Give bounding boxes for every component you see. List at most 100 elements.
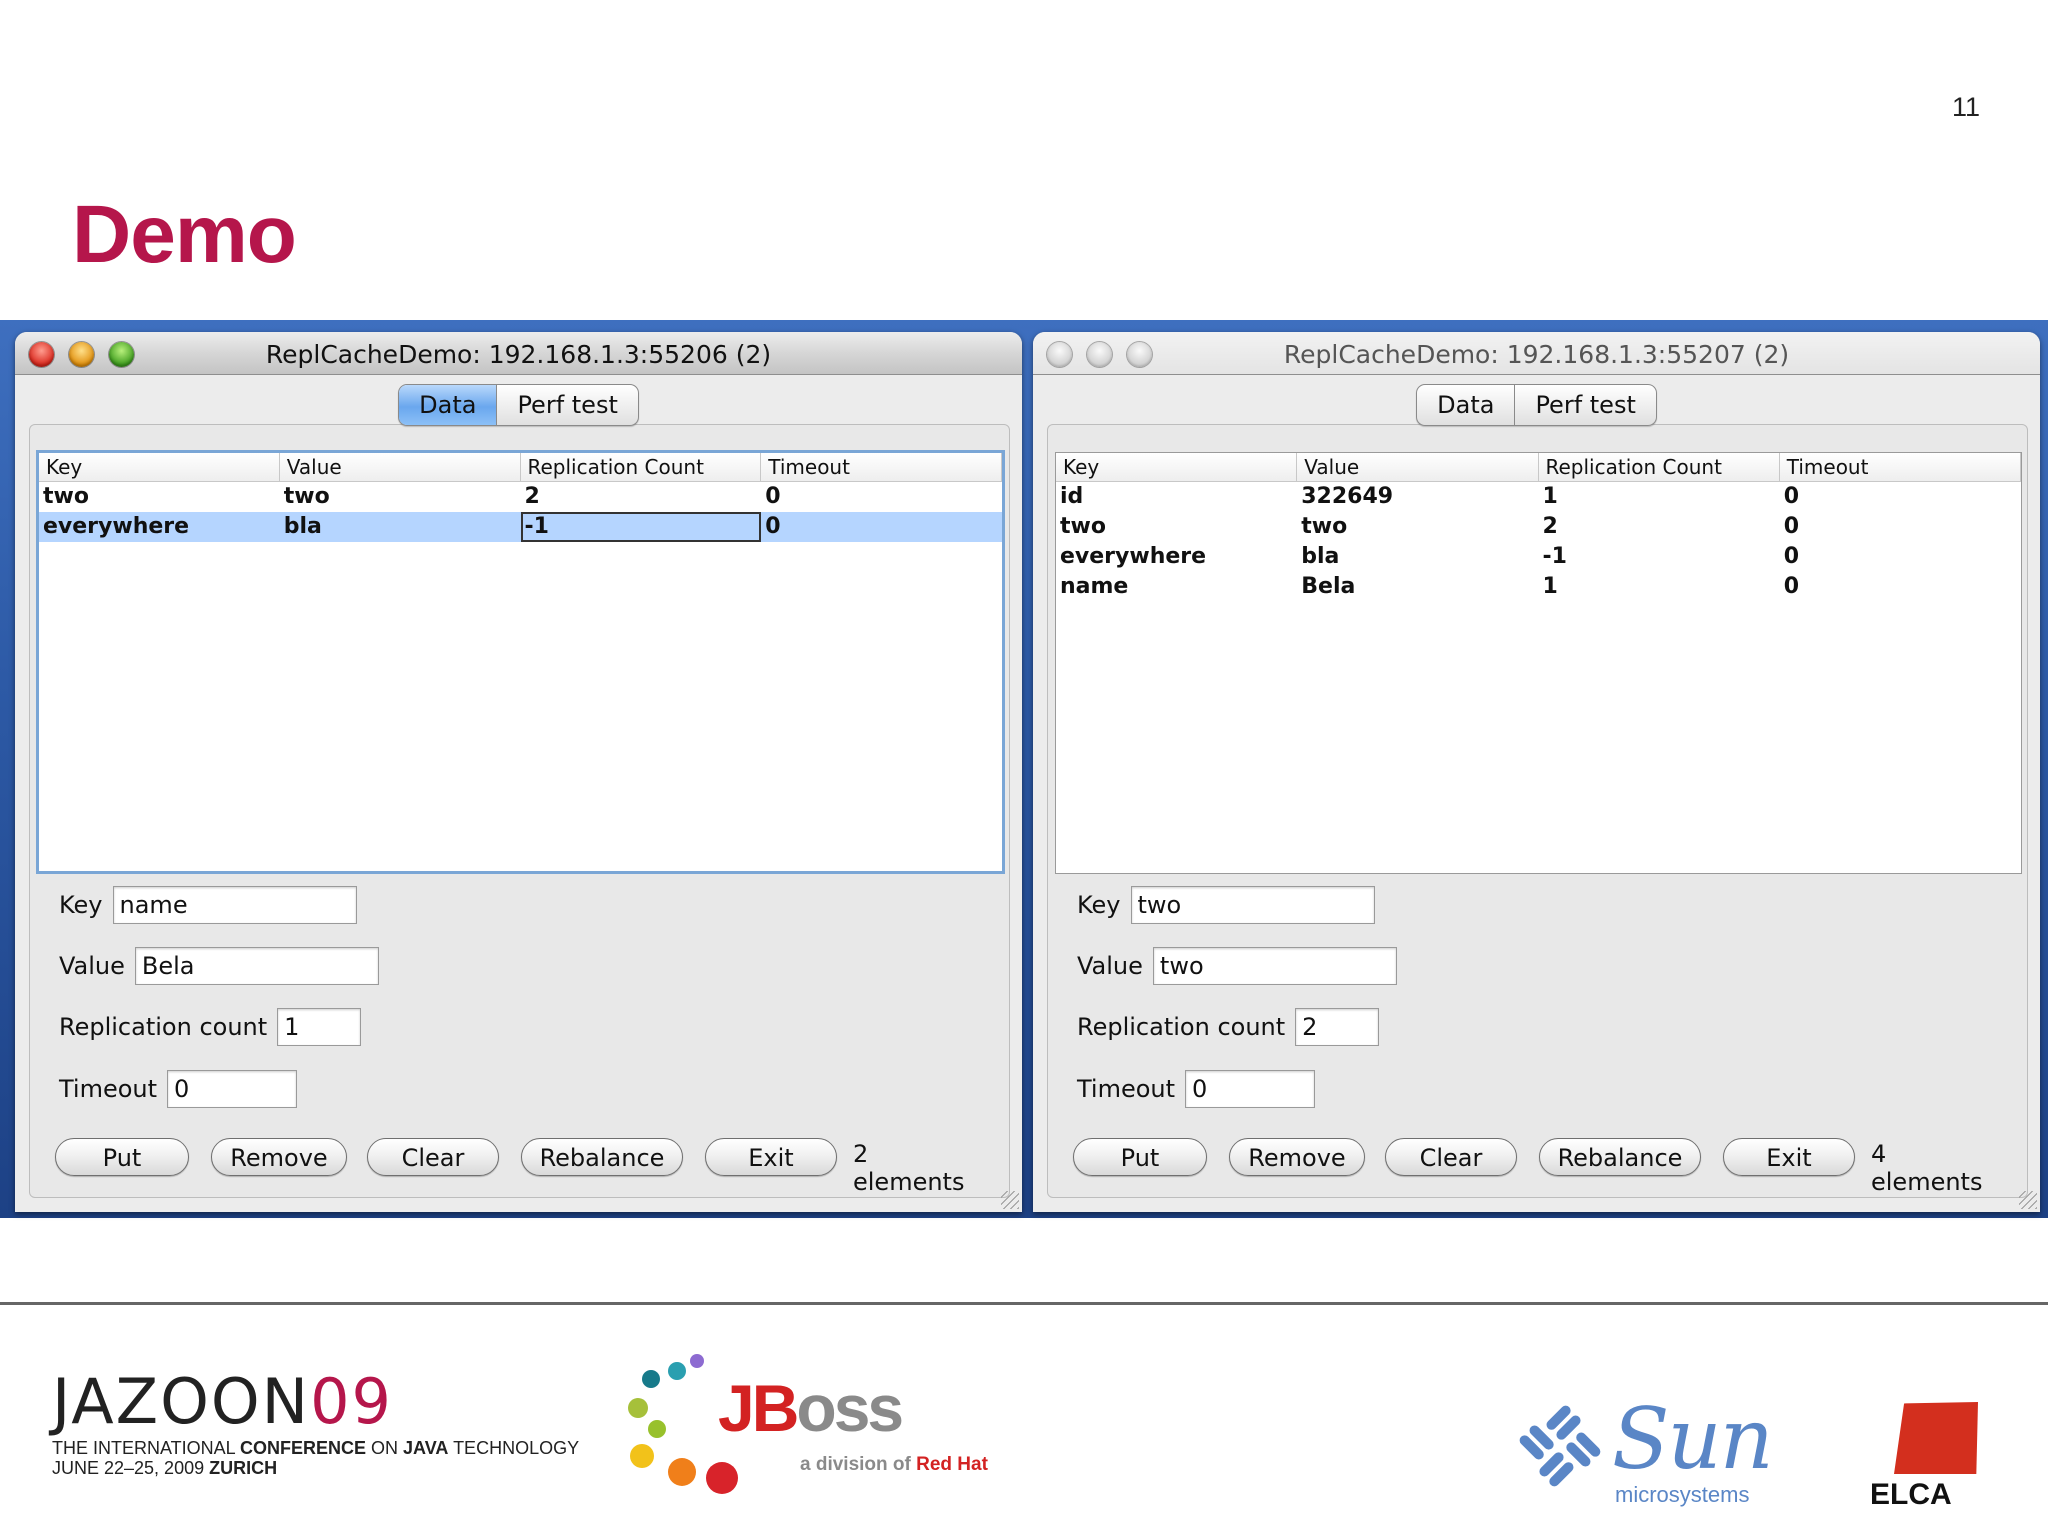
cell-key[interactable]: two	[39, 482, 280, 512]
cell-value[interactable]: 322649	[1297, 482, 1538, 512]
jboss-dot-icon	[668, 1362, 686, 1380]
replication-count-input[interactable]: 1	[277, 1008, 362, 1046]
jazoon-city: ZURICH	[209, 1458, 278, 1478]
cell-replication-count[interactable]: 1	[1539, 572, 1780, 602]
timeout-input[interactable]: 0	[1185, 1070, 1316, 1108]
value-input[interactable]: two	[1152, 947, 1397, 985]
column-header-timeout[interactable]: Timeout	[1780, 453, 2021, 481]
resize-grip-icon[interactable]	[2019, 1191, 2037, 1209]
rebalance-button[interactable]: Rebalance	[521, 1138, 683, 1176]
table-row[interactable]: everywhere bla -1 0	[1056, 542, 2021, 572]
table-row[interactable]: two two 2 0	[39, 482, 1002, 512]
tab-data[interactable]: Data	[1417, 385, 1514, 425]
timeout-row: Timeout 0	[59, 1070, 298, 1108]
cell-timeout[interactable]: 0	[1780, 512, 2021, 542]
slide-number: 11	[1951, 92, 1980, 122]
cell-key[interactable]: name	[1056, 572, 1297, 602]
sun-logo: Sun microsystems	[1512, 1390, 1777, 1514]
tab-data[interactable]: Data	[399, 385, 497, 425]
cell-replication-count[interactable]: 2	[521, 482, 762, 512]
footer-divider	[0, 1302, 2048, 1305]
value-row: Value two	[1077, 947, 1397, 985]
table-row[interactable]: id 322649 1 0	[1056, 482, 2021, 512]
slide-title: Demo	[72, 189, 297, 280]
tab-perf-test[interactable]: Perf test	[496, 385, 637, 425]
key-row: Key name	[59, 886, 357, 924]
cell-key[interactable]: everywhere	[39, 512, 280, 542]
table-row-selected[interactable]: everywhere bla -1 0	[39, 512, 1002, 542]
elca-wordmark: ELCA	[1870, 1478, 1952, 1511]
value-input[interactable]: Bela	[134, 947, 379, 985]
jboss-dot-icon	[668, 1458, 696, 1486]
timeout-row: Timeout 0	[1077, 1070, 1316, 1108]
clear-button[interactable]: Clear	[367, 1138, 499, 1176]
sun-wordmark: Sun	[1612, 1390, 1774, 1488]
table-header: Key Value Replication Count Timeout	[39, 453, 1002, 482]
jboss-dot-icon	[628, 1398, 648, 1418]
column-header-key[interactable]: Key	[39, 453, 280, 481]
tab-bar: Data Perf test	[1033, 384, 2040, 426]
jazoon-tagline-part: JAVA	[403, 1438, 449, 1458]
elca-logo: ELCA	[1866, 1402, 1980, 1514]
cell-timeout[interactable]: 0	[761, 512, 1002, 542]
value-label: Value	[1077, 952, 1143, 980]
column-header-timeout[interactable]: Timeout	[761, 453, 1002, 481]
replication-count-input[interactable]: 2	[1295, 1008, 1380, 1046]
cell-value[interactable]: two	[1297, 512, 1538, 542]
exit-button[interactable]: Exit	[1723, 1138, 1855, 1176]
cell-value[interactable]: bla	[280, 512, 521, 542]
jboss-wordmark: JB	[718, 1371, 799, 1445]
jboss-wordmark-oss: oss	[796, 1371, 904, 1445]
cell-key[interactable]: two	[1056, 512, 1297, 542]
cell-value[interactable]: two	[280, 482, 521, 512]
cache-table[interactable]: Key Value Replication Count Timeout two …	[36, 450, 1005, 874]
table-row[interactable]: two two 2 0	[1056, 512, 2021, 542]
cell-value[interactable]: bla	[1297, 542, 1538, 572]
clear-button[interactable]: Clear	[1385, 1138, 1517, 1176]
key-input[interactable]: two	[1130, 886, 1375, 924]
rebalance-button[interactable]: Rebalance	[1539, 1138, 1701, 1176]
cell-timeout[interactable]: 0	[1780, 482, 2021, 512]
cell-key[interactable]: everywhere	[1056, 542, 1297, 572]
cell-timeout[interactable]: 0	[761, 482, 1002, 512]
timeout-input[interactable]: 0	[167, 1070, 298, 1108]
cell-replication-count-editing[interactable]: -1	[520, 512, 762, 542]
cache-table[interactable]: Key Value Replication Count Timeout id 3…	[1055, 452, 2022, 874]
replication-row: Replication count 2	[1077, 1008, 1380, 1046]
jazoon-date: JUNE 22–25, 2009	[52, 1458, 210, 1478]
column-header-replication-count[interactable]: Replication Count	[1539, 453, 1780, 481]
cell-replication-count[interactable]: 2	[1539, 512, 1780, 542]
cell-timeout[interactable]: 0	[1780, 542, 2021, 572]
cell-timeout[interactable]: 0	[1780, 572, 2021, 602]
window-titlebar[interactable]: ReplCacheDemo: 192.168.1.3:55206 (2)	[15, 332, 1022, 375]
key-label: Key	[59, 891, 103, 919]
remove-button[interactable]: Remove	[211, 1138, 347, 1176]
table-header: Key Value Replication Count Timeout	[1056, 453, 2021, 482]
sun-tagline: microsystems	[1615, 1482, 1750, 1507]
replication-count-label: Replication count	[59, 1013, 268, 1041]
column-header-value[interactable]: Value	[280, 453, 521, 481]
jboss-dot-icon	[630, 1444, 654, 1468]
put-button[interactable]: Put	[55, 1138, 189, 1176]
cell-value[interactable]: Bela	[1297, 572, 1538, 602]
jboss-tagline: a division of	[800, 1454, 917, 1475]
table-row[interactable]: name Bela 1 0	[1056, 572, 2021, 602]
key-input[interactable]: name	[112, 886, 357, 924]
resize-grip-icon[interactable]	[1001, 1191, 1019, 1209]
column-header-value[interactable]: Value	[1297, 453, 1539, 481]
cell-replication-count[interactable]: -1	[1539, 542, 1780, 572]
replication-row: Replication count 1	[59, 1008, 362, 1046]
replication-count-label: Replication count	[1077, 1013, 1286, 1041]
cell-key[interactable]: id	[1056, 482, 1297, 512]
column-header-key[interactable]: Key	[1056, 453, 1298, 481]
cell-replication-count[interactable]: 1	[1539, 482, 1780, 512]
tab-perf-test[interactable]: Perf test	[1514, 385, 1655, 425]
put-button[interactable]: Put	[1073, 1138, 1207, 1176]
column-header-replication-count[interactable]: Replication Count	[521, 453, 762, 481]
tab-bar: Data Perf test	[15, 384, 1022, 426]
exit-button[interactable]: Exit	[705, 1138, 837, 1176]
jboss-dot-icon	[648, 1420, 666, 1438]
jazoon-tagline-part: THE INTERNATIONAL	[52, 1438, 241, 1458]
window-titlebar[interactable]: ReplCacheDemo: 192.168.1.3:55207 (2)	[1033, 332, 2040, 375]
remove-button[interactable]: Remove	[1229, 1138, 1365, 1176]
